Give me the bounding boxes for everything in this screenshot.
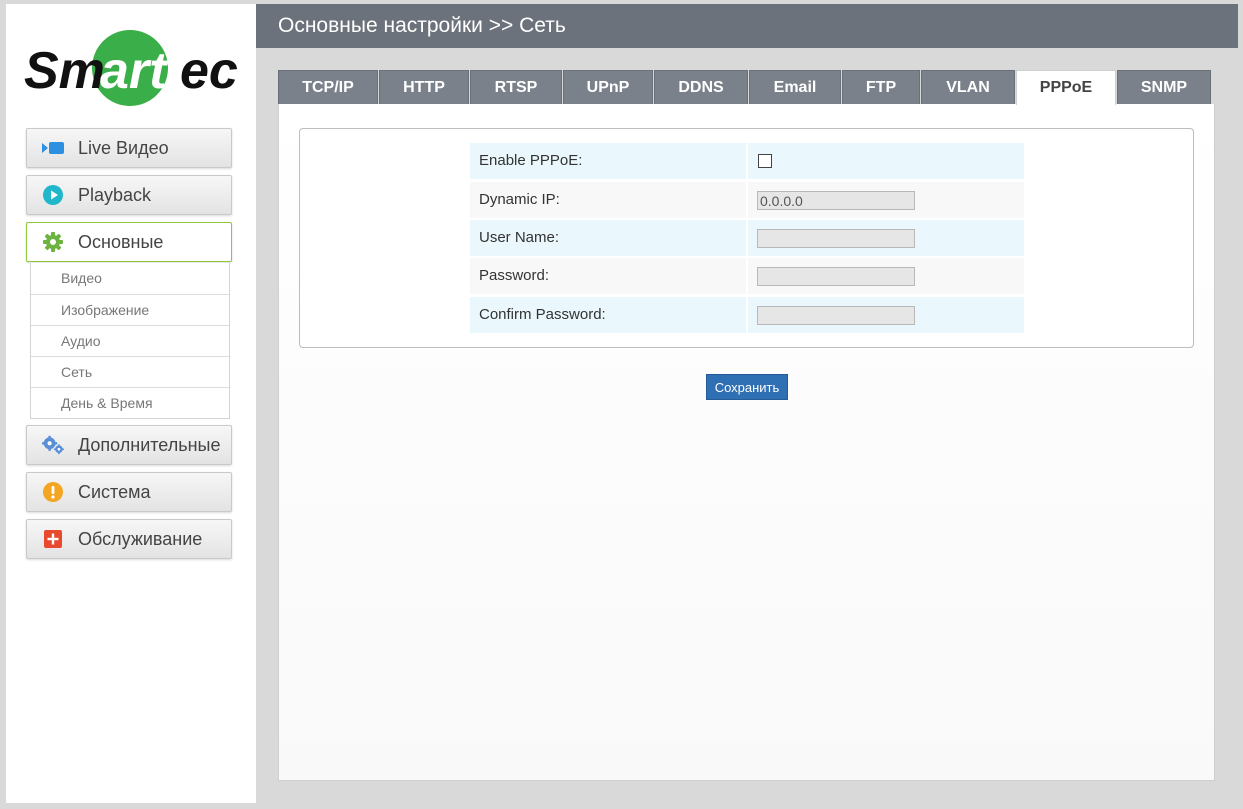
dynamic-ip-cell bbox=[748, 182, 1024, 218]
tab-vlan[interactable]: VLAN bbox=[921, 70, 1015, 104]
page-header: Основные настройки >> Сеть bbox=[256, 4, 1238, 48]
menu-label: Playback bbox=[78, 184, 152, 205]
row-user-name: User Name: bbox=[470, 220, 1024, 256]
menu-label: Дополнительные bbox=[78, 434, 221, 455]
menu-label: Live Видео bbox=[78, 137, 169, 158]
tab-pppoe[interactable]: PPPoE bbox=[1016, 70, 1116, 105]
tab-http[interactable]: HTTP bbox=[379, 70, 469, 104]
tab-rtsp[interactable]: RTSP bbox=[470, 70, 562, 104]
menu-playback[interactable]: Playback bbox=[26, 175, 232, 215]
tab-snmp[interactable]: SNMP bbox=[1117, 70, 1211, 104]
row-enable-pppoe: Enable PPPoE: bbox=[470, 143, 1024, 179]
dynamic-ip-label: Dynamic IP: bbox=[470, 182, 746, 218]
basic-submenu: Видео Изображение Аудио Сеть День & Врем… bbox=[30, 263, 230, 419]
tab-upnp[interactable]: UPnP bbox=[563, 70, 653, 104]
plus-icon bbox=[42, 528, 64, 550]
svg-text:Sm: Sm bbox=[24, 42, 105, 100]
menu-maintenance[interactable]: Обслуживание bbox=[26, 519, 232, 559]
menu-system[interactable]: Система bbox=[26, 472, 232, 512]
row-confirm-password: Confirm Password: bbox=[470, 297, 1024, 333]
menu-label: Система bbox=[78, 481, 151, 502]
gear-icon bbox=[42, 231, 64, 253]
submenu-item-datetime[interactable]: День & Время bbox=[31, 387, 229, 418]
submenu-item-image[interactable]: Изображение bbox=[31, 294, 229, 325]
row-dynamic-ip: Dynamic IP: bbox=[470, 182, 1024, 218]
svg-text:ec: ec bbox=[180, 42, 238, 100]
tab-ddns[interactable]: DDNS bbox=[654, 70, 748, 104]
gears-icon bbox=[42, 434, 64, 456]
enable-pppoe-cell bbox=[748, 143, 1024, 179]
warning-icon bbox=[42, 481, 64, 503]
menu-live-video[interactable]: Live Видео bbox=[26, 128, 232, 168]
menu-label: Обслуживание bbox=[78, 528, 203, 549]
submenu-item-video[interactable]: Видео bbox=[31, 263, 229, 294]
smartec-logo: Sm art ec bbox=[24, 30, 238, 106]
user-name-cell bbox=[748, 220, 1024, 256]
menu-label: Основные bbox=[78, 231, 164, 252]
page-title: Основные настройки >> Сеть bbox=[278, 14, 566, 37]
enable-pppoe-checkbox[interactable] bbox=[758, 154, 772, 168]
confirm-password-field[interactable] bbox=[757, 306, 915, 325]
dynamic-ip-field[interactable] bbox=[757, 191, 915, 210]
confirm-password-label: Confirm Password: bbox=[470, 297, 746, 333]
tab-email[interactable]: Email bbox=[749, 70, 841, 104]
confirm-password-cell bbox=[748, 297, 1024, 333]
svg-text:art: art bbox=[100, 42, 169, 100]
password-cell bbox=[748, 258, 1024, 294]
menu-advanced[interactable]: Дополнительные bbox=[26, 425, 232, 465]
enable-pppoe-label: Enable PPPoE: bbox=[470, 143, 746, 179]
sidebar: Sm art ec Live Видео Playback Основные В… bbox=[6, 4, 256, 803]
tab-ftp[interactable]: FTP bbox=[842, 70, 920, 104]
password-label: Password: bbox=[470, 258, 746, 294]
tab-tcpip[interactable]: TCP/IP bbox=[278, 70, 378, 104]
user-name-field[interactable] bbox=[757, 229, 915, 248]
save-button[interactable]: Сохранить bbox=[706, 374, 788, 400]
menu-basic-settings[interactable]: Основные bbox=[26, 222, 232, 262]
row-password: Password: bbox=[470, 258, 1024, 294]
password-field[interactable] bbox=[757, 267, 915, 286]
user-name-label: User Name: bbox=[470, 220, 746, 256]
submenu-item-network[interactable]: Сеть bbox=[31, 356, 229, 387]
video-icon bbox=[42, 137, 64, 159]
submenu-item-audio[interactable]: Аудио bbox=[31, 325, 229, 356]
play-icon bbox=[42, 184, 64, 206]
